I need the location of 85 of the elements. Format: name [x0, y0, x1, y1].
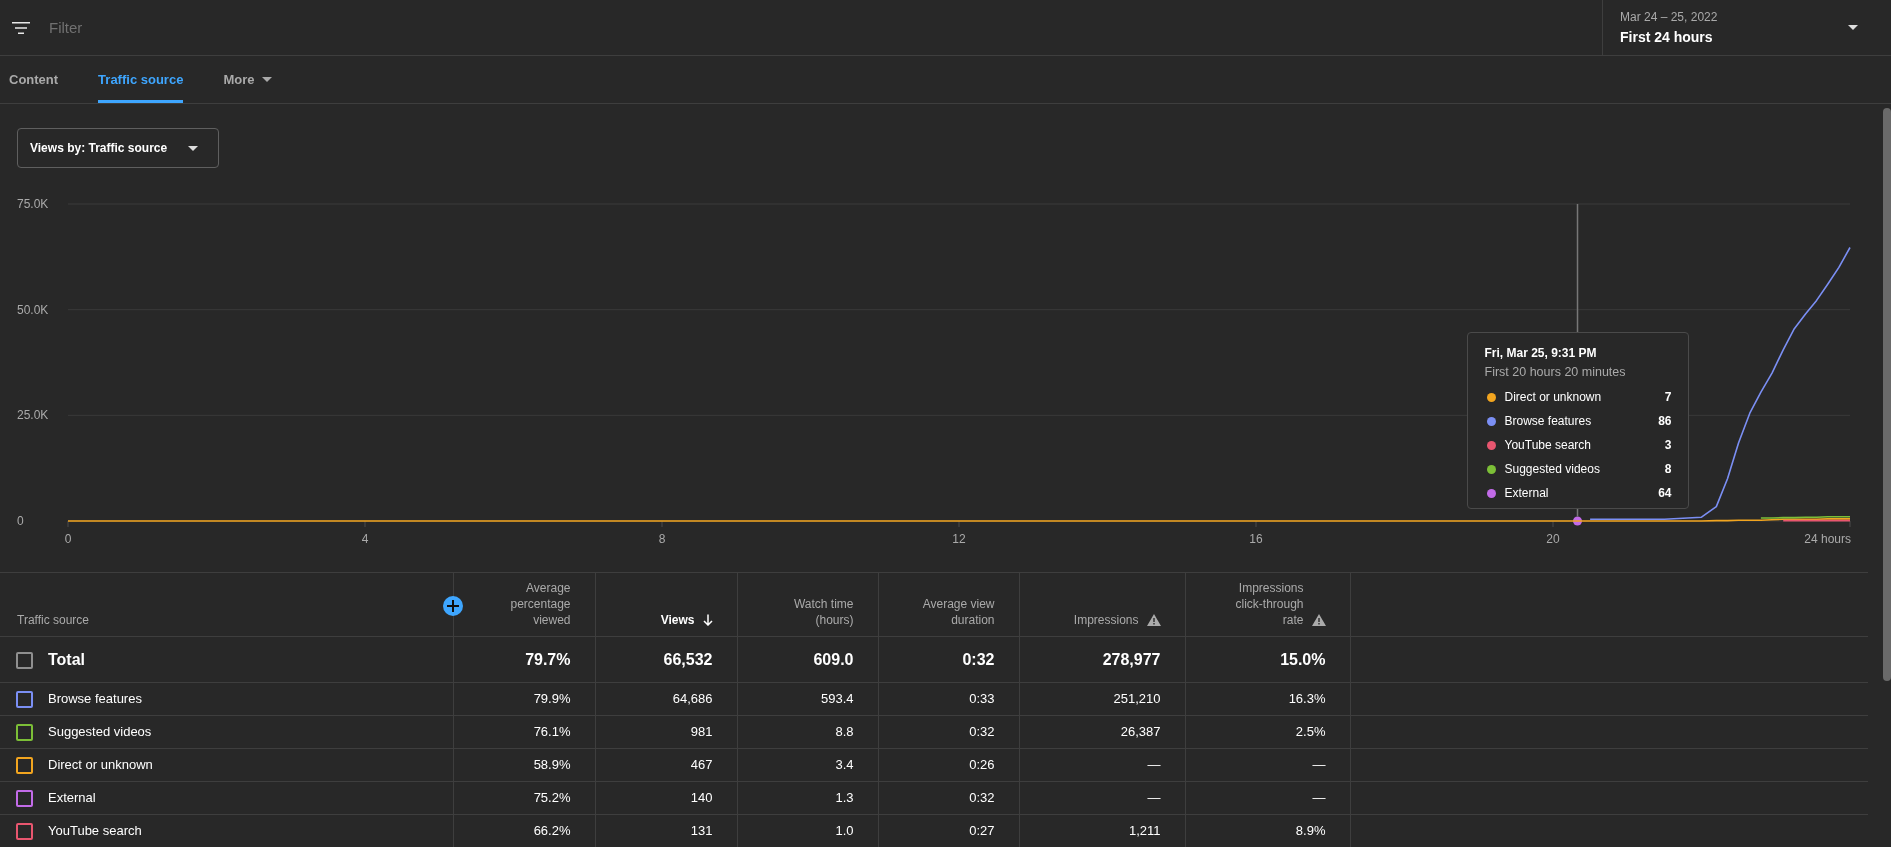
total-cell: 15.0%: [1185, 636, 1350, 683]
row-checkbox[interactable]: [16, 756, 33, 774]
row-label: Suggested videos: [48, 724, 152, 740]
row-checkbox[interactable]: [16, 789, 33, 807]
table-cell: 64,686: [595, 682, 737, 716]
x-axis-label: 24 hours: [1804, 532, 1851, 546]
scrollbar-thumb[interactable]: [1883, 108, 1891, 681]
table-cell: 981: [595, 715, 737, 749]
total-cell: 0:32: [878, 636, 1019, 683]
table-cell: —: [1185, 748, 1350, 782]
column-header[interactable]: Traffic source: [17, 612, 90, 628]
total-cell: 278,977: [1019, 636, 1185, 683]
x-axis-label: 20: [1546, 532, 1560, 546]
table-cell: 0:32: [878, 781, 1019, 815]
table-cell: 1.3: [737, 781, 878, 815]
down-arrow-icon: [702, 614, 713, 626]
data-point-icon: [1573, 516, 1582, 526]
tooltip-value: 7: [1664, 389, 1672, 406]
table-cell: 0:32: [878, 715, 1019, 749]
table-cell: 75.2%: [453, 781, 595, 815]
total-cell: 609.0: [737, 636, 878, 683]
x-axis-label: 0: [64, 532, 72, 546]
column-header[interactable]: Impressions: [1073, 612, 1139, 628]
caret-icon: [188, 145, 198, 151]
row-label: YouTube search: [48, 823, 142, 839]
table-cell: 16.3%: [1185, 682, 1350, 716]
tooltip-value: 86: [1658, 413, 1672, 430]
tooltip-value: 64: [1658, 485, 1672, 502]
table-cell: 26,387: [1019, 715, 1185, 749]
table-cell: 3.4: [737, 748, 878, 782]
row-label: Browse features: [48, 691, 142, 707]
table-cell: 0:26: [878, 748, 1019, 782]
tooltip-value: 8: [1664, 461, 1672, 478]
table-cell: —: [1019, 748, 1185, 782]
row-checkbox[interactable]: [16, 822, 33, 840]
tooltip-label: Suggested videos: [1504, 461, 1601, 478]
table-cell: —: [1019, 781, 1185, 815]
row-label: External: [48, 790, 96, 806]
table-cell: 58.9%: [453, 748, 595, 782]
period-text: First 24 hours: [1620, 27, 1714, 47]
tooltip-label: External: [1504, 485, 1550, 502]
tab[interactable]: Content: [9, 56, 59, 103]
table-cell: 140: [595, 781, 737, 815]
plus-icon: [446, 600, 459, 612]
add-column-button[interactable]: [442, 596, 463, 616]
x-axis-label: 16: [1249, 532, 1263, 546]
table-cell: 467: [595, 748, 737, 782]
tab[interactable]: Traffic source: [98, 56, 184, 103]
total-cell: 66,532: [595, 636, 737, 683]
row-checkbox[interactable]: [16, 723, 33, 741]
y-axis-label: 25.0K: [17, 408, 49, 423]
table-cell: 76.1%: [453, 715, 595, 749]
table-cell: 79.9%: [453, 682, 595, 716]
table-cell: —: [1185, 781, 1350, 815]
filter-icon[interactable]: [12, 21, 30, 34]
total-cell: 79.7%: [453, 636, 595, 683]
row-checkbox[interactable]: [16, 690, 33, 708]
tooltip-label: YouTube search: [1504, 437, 1592, 454]
views-by-dropdown[interactable]: Views by: Traffic source: [17, 128, 219, 168]
x-axis-label: 8: [658, 532, 666, 546]
menu-tab[interactable]: More: [223, 56, 273, 103]
table-cell: 8.8: [737, 715, 878, 749]
table-cell: 0:33: [878, 682, 1019, 716]
table-cell: 251,210: [1019, 682, 1185, 716]
row-label: Direct or unknown: [48, 757, 153, 773]
row-checkbox[interactable]: [16, 651, 33, 669]
tooltip-title: Fri, Mar 25, 9:31 PM: [1484, 345, 1598, 362]
y-axis-label: 0: [17, 514, 24, 528]
x-axis-label: 12: [952, 532, 966, 546]
column-header[interactable]: Views: [660, 612, 695, 628]
table-cell: 2.5%: [1185, 715, 1350, 749]
filter-field[interactable]: Filter: [49, 12, 449, 43]
tooltip-label: Browse features: [1504, 413, 1593, 430]
tooltip-label: Direct or unknown: [1504, 389, 1603, 406]
y-axis-label: 75.0K: [17, 197, 49, 211]
table-cell: 593.4: [737, 682, 878, 716]
date-range-text: Mar 24 – 25, 2022: [1620, 8, 1718, 25]
x-axis-label: 4: [361, 532, 369, 546]
date-range-dropdown[interactable]: Mar 24 – 25, 2022 First 24 hours: [1602, 0, 1891, 55]
tooltip-subtitle: First 20 hours 20 minutes: [1484, 364, 1627, 381]
caret-icon: [262, 77, 273, 82]
y-axis-label: 50.0K: [17, 302, 49, 317]
caret-icon: [1848, 25, 1858, 30]
tooltip-value: 3: [1664, 437, 1672, 454]
row-label: Total: [48, 651, 86, 669]
